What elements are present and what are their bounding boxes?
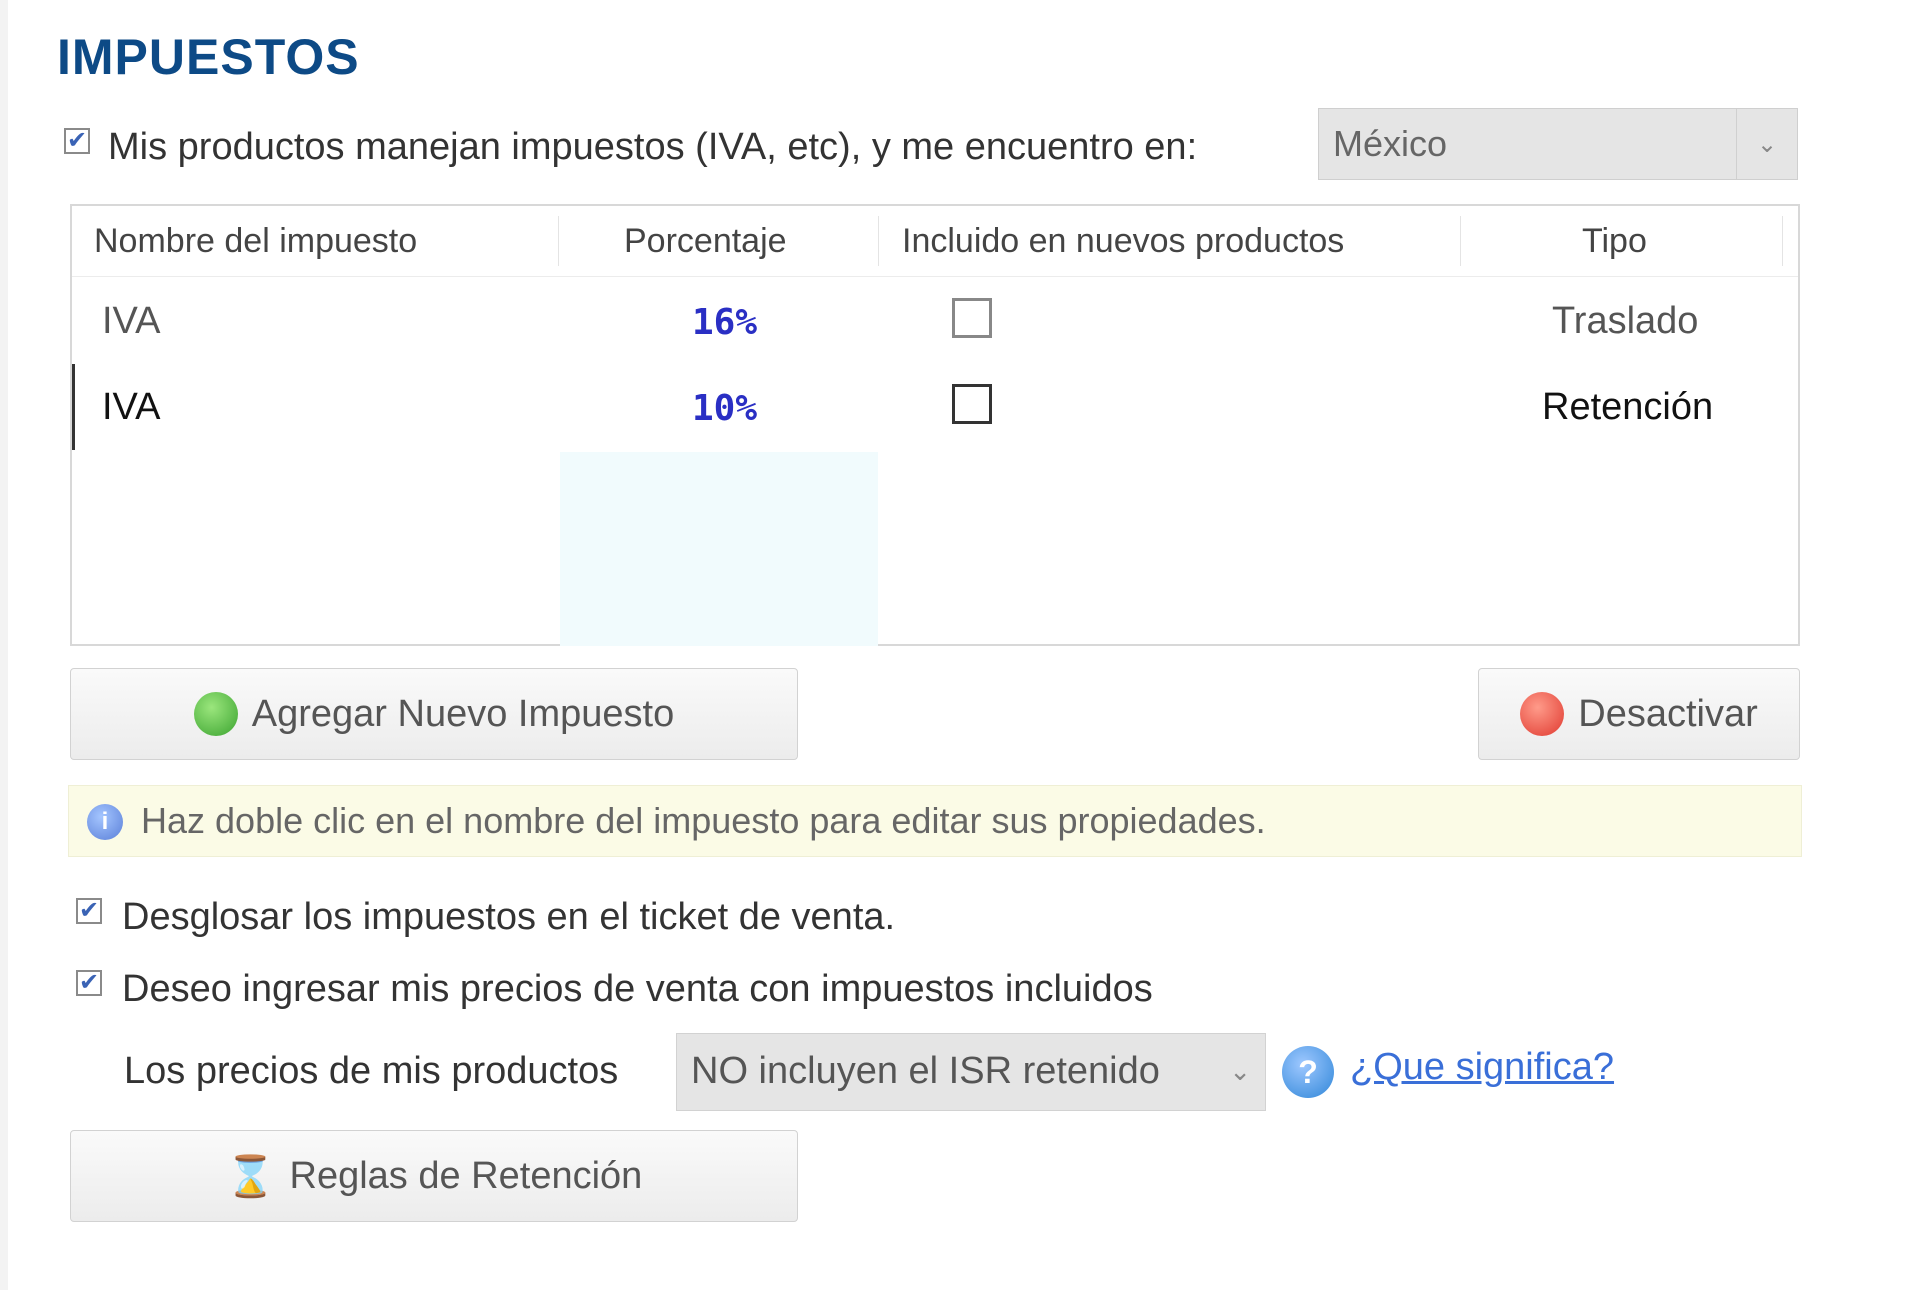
prices-with-taxes-label: Deseo ingresar mis precios de venta con …	[122, 968, 1153, 1010]
manage-taxes-label: Mis productos manejan impuestos (IVA, et…	[108, 126, 1198, 168]
isr-select-value: NO incluyen el ISR retenido	[691, 1050, 1160, 1092]
column-divider	[878, 216, 879, 266]
retention-rules-button[interactable]: ⌛ Reglas de Retención	[70, 1130, 798, 1222]
prices-with-taxes-checkbox[interactable]: ✔	[76, 970, 102, 996]
checkmark-icon: ✔	[78, 897, 100, 924]
taxes-table: Nombre del impuesto Porcentaje Incluido …	[70, 204, 1800, 646]
manage-taxes-checkbox[interactable]: ✔	[64, 128, 90, 154]
hourglass-icon: ⌛	[225, 1154, 276, 1199]
tax-type: Traslado	[1552, 300, 1699, 342]
table-row[interactable]: IVA 16% Traslado	[72, 278, 1798, 364]
tax-percentage: 16%	[692, 302, 758, 343]
country-select[interactable]: México ⌄	[1318, 108, 1798, 180]
column-header-included[interactable]: Incluido en nuevos productos	[902, 222, 1344, 261]
hint-text: Haz doble clic en el nombre del impuesto…	[141, 800, 1266, 841]
column-header-type[interactable]: Tipo	[1582, 222, 1647, 261]
table-header: Nombre del impuesto Porcentaje Incluido …	[72, 206, 1798, 277]
deactivate-button[interactable]: Desactivar	[1478, 668, 1800, 760]
breakdown-label: Desglosar los impuestos en el ticket de …	[122, 896, 896, 938]
retention-rules-button-label: Reglas de Retención	[289, 1154, 643, 1197]
isr-select[interactable]: NO incluyen el ISR retenido ⌄	[676, 1033, 1266, 1111]
column-divider	[558, 216, 559, 266]
deactivate-button-label: Desactivar	[1578, 692, 1758, 735]
table-row[interactable]: IVA 10% Retención	[72, 364, 1798, 450]
what-does-it-mean-link[interactable]: ¿Que significa?	[1350, 1046, 1614, 1089]
column-header-percentage[interactable]: Porcentaje	[624, 222, 787, 261]
column-divider	[1460, 216, 1461, 266]
add-icon	[193, 692, 238, 736]
add-tax-button-label: Agregar Nuevo Impuesto	[251, 692, 675, 735]
tax-name[interactable]: IVA	[102, 386, 160, 429]
tax-name[interactable]: IVA	[102, 300, 160, 343]
taxes-settings-panel: IMPUESTOS ✔ Mis productos manejan impues…	[0, 0, 1920, 1290]
included-checkbox[interactable]	[952, 298, 992, 338]
deactivate-icon	[1520, 692, 1565, 736]
country-select-value: México	[1333, 123, 1448, 164]
selected-row-indicator	[72, 364, 75, 450]
checkmark-icon: ✔	[78, 969, 100, 996]
tax-type: Retención	[1542, 386, 1714, 428]
included-checkbox[interactable]	[952, 384, 992, 424]
checkmark-icon: ✔	[66, 127, 88, 154]
breakdown-checkbox[interactable]: ✔	[76, 898, 102, 924]
isr-label: Los precios de mis productos	[124, 1050, 619, 1092]
question-circle-icon[interactable]: ?	[1282, 1046, 1334, 1098]
chevron-down-icon[interactable]: ⌄	[1229, 1056, 1251, 1087]
add-tax-button[interactable]: Agregar Nuevo Impuesto	[70, 668, 798, 760]
hint-bar: i Haz doble clic en el nombre del impues…	[68, 785, 1802, 857]
empty-cell-highlight	[560, 452, 878, 646]
chevron-down-icon[interactable]: ⌄	[1736, 109, 1797, 179]
left-edge-divider	[0, 0, 8, 1290]
column-header-name[interactable]: Nombre del impuesto	[94, 222, 417, 261]
column-divider	[1782, 216, 1783, 266]
info-icon: i	[87, 804, 123, 840]
section-title: IMPUESTOS	[57, 29, 360, 85]
tax-percentage: 10%	[692, 388, 758, 429]
